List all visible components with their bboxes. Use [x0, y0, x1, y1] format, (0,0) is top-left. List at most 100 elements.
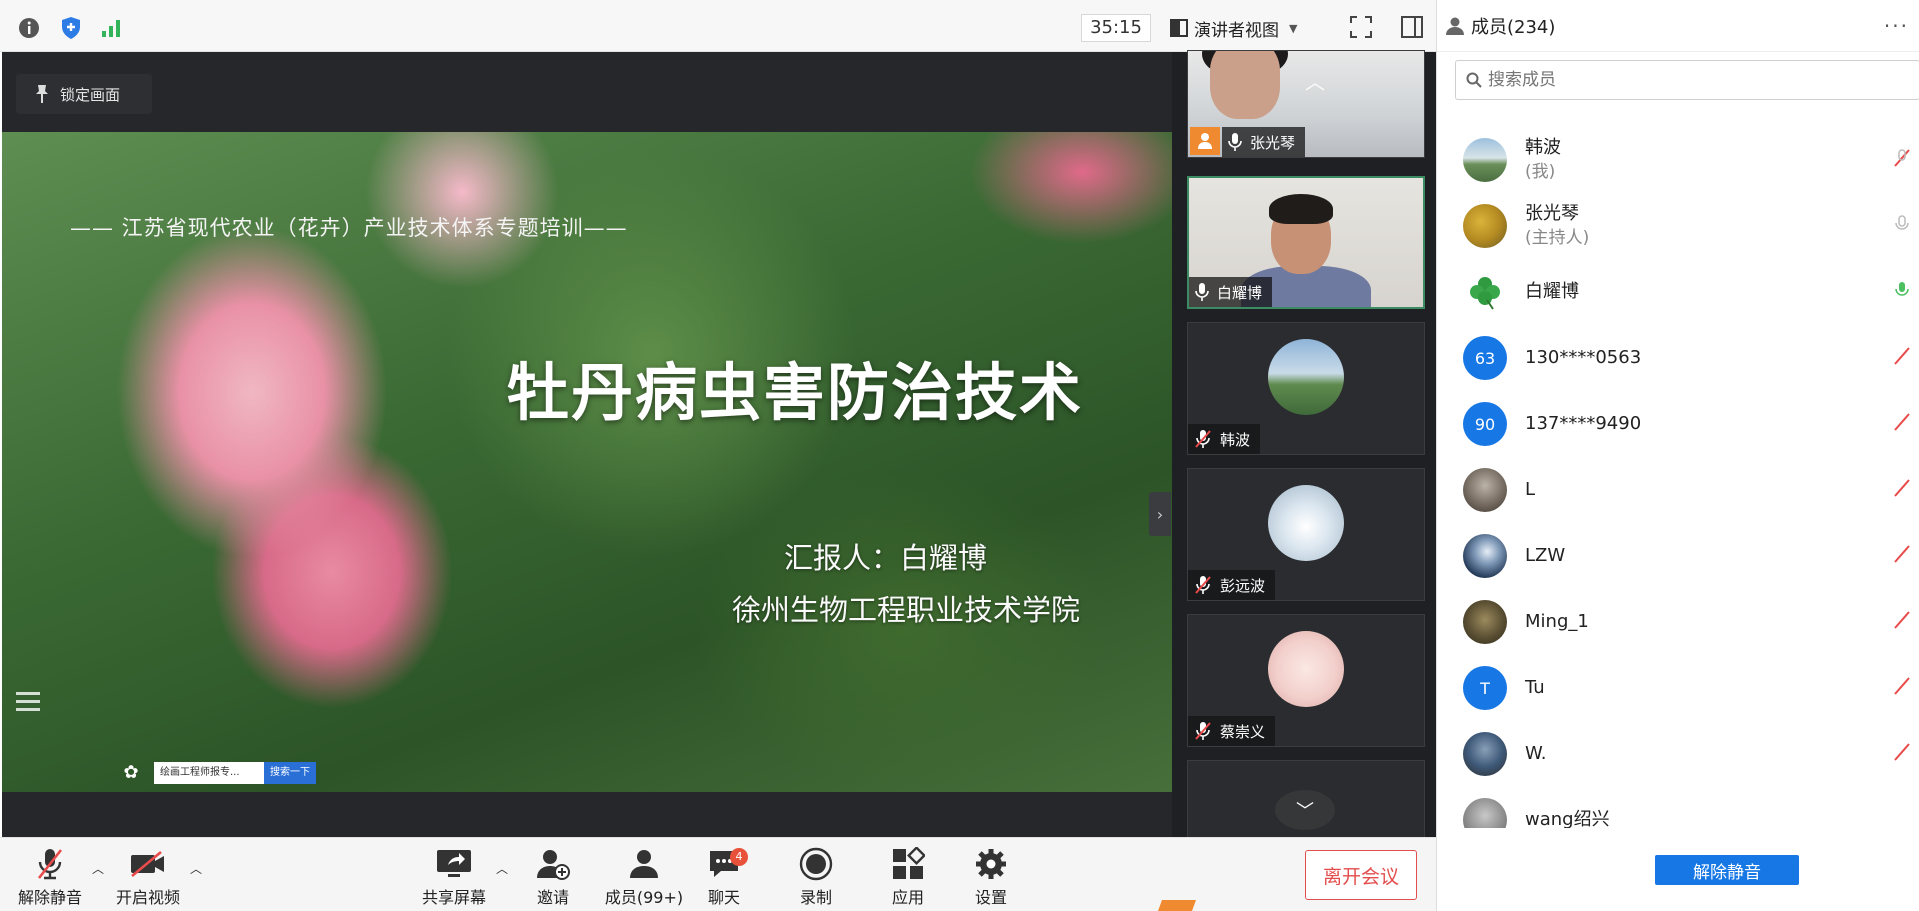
- video-tile[interactable]: 韩波: [1187, 322, 1425, 455]
- chevron-up-icon[interactable]: ︿: [496, 860, 508, 877]
- unmute-all-button[interactable]: 解除静音: [1655, 855, 1799, 885]
- member-name: Ming_1: [1525, 611, 1589, 632]
- unmute-label: 解除静音: [17, 888, 82, 907]
- member-list: 韩波 (我) 张光琴 (主持人) 白耀博 63 130****0563 90 1…: [1437, 128, 1919, 828]
- settings-label: 设置: [974, 888, 1007, 907]
- video-tile-active[interactable]: 白耀博: [1187, 176, 1425, 309]
- list-item[interactable]: W.: [1463, 724, 1913, 784]
- share-screen-icon: [437, 850, 471, 877]
- member-name: 韩波: [1525, 137, 1561, 158]
- avatar: 63: [1463, 336, 1507, 380]
- chevron-up-icon[interactable]: ︿: [190, 860, 202, 877]
- mic-muted-icon[interactable]: [1893, 478, 1911, 498]
- mic-active-icon[interactable]: [1893, 280, 1911, 300]
- slide-school: 徐州生物工程职业技术学院: [732, 593, 1081, 627]
- signal-icon[interactable]: [99, 15, 125, 41]
- avatar: [1463, 534, 1507, 578]
- avatar: [1268, 485, 1344, 561]
- slide-menu-icon[interactable]: [16, 692, 44, 716]
- record-label: 录制: [799, 888, 832, 907]
- list-item[interactable]: 韩波 (我): [1463, 130, 1913, 190]
- mic-muted-icon: [37, 849, 63, 880]
- mic-muted-icon[interactable]: [1893, 148, 1911, 168]
- avatar: [1463, 600, 1507, 644]
- layout-icon: [1170, 19, 1188, 37]
- member-search-input[interactable]: [1488, 70, 1868, 90]
- top-bar: 35:15 演讲者视图 ▼: [0, 0, 1436, 52]
- slide-title: 牡丹病虫害防治技术: [507, 356, 1084, 429]
- list-item[interactable]: Ming_1: [1463, 592, 1913, 652]
- member-role: (我): [1525, 162, 1556, 182]
- chat-button[interactable]: 4 聊天: [684, 844, 764, 908]
- leave-meeting-button[interactable]: 离开会议: [1305, 850, 1417, 900]
- list-item[interactable]: 90 137****9490: [1463, 394, 1913, 454]
- apps-label: 应用: [891, 888, 924, 907]
- mic-muted-icon[interactable]: [1893, 412, 1911, 432]
- lock-screen-label: 锁定画面: [60, 85, 121, 104]
- record-icon: [799, 847, 833, 881]
- host-icon: [1190, 127, 1220, 155]
- avatar: 90: [1463, 402, 1507, 446]
- share-screen-button[interactable]: 共享屏幕: [414, 844, 494, 908]
- mic-muted-icon: [1195, 430, 1211, 448]
- chevron-up-icon[interactable]: ︿: [92, 860, 104, 877]
- members-label: 成员(99+): [604, 888, 684, 907]
- apps-icon: [893, 847, 925, 879]
- mic-icon: [1228, 133, 1242, 151]
- video-tile[interactable]: 彭远波: [1187, 468, 1425, 601]
- shield-icon[interactable]: [58, 15, 84, 41]
- info-icon[interactable]: [16, 15, 42, 41]
- member-name: wang绍兴: [1525, 809, 1610, 828]
- share-screen-label: 共享屏幕: [421, 888, 486, 907]
- view-mode-dropdown[interactable]: 演讲者视图 ▼: [1170, 14, 1336, 42]
- start-video-label: 开启视频: [115, 888, 180, 907]
- side-panel-icon[interactable]: [1401, 16, 1423, 42]
- list-item[interactable]: wang绍兴: [1463, 790, 1913, 828]
- more-options-icon[interactable]: ···: [1884, 14, 1909, 38]
- members-title: 成员(234): [1471, 16, 1556, 38]
- video-tile-name: 白耀博: [1217, 283, 1263, 302]
- mic-muted-icon[interactable]: [1893, 346, 1911, 366]
- list-item[interactable]: 白耀博: [1463, 262, 1913, 322]
- scroll-up-icon[interactable]: ︿: [1295, 66, 1335, 94]
- member-search-field[interactable]: [1455, 60, 1919, 100]
- meeting-app: 35:15 演讲者视图 ▼ 锁定画面 —— 江苏省现代农业（花卉）产业技术体系专…: [0, 0, 1919, 911]
- unmute-button[interactable]: 解除静音: [10, 844, 90, 908]
- apps-button[interactable]: 应用: [868, 844, 948, 908]
- member-name: 130****0563: [1525, 347, 1642, 368]
- record-button[interactable]: 录制: [776, 844, 856, 908]
- avatar: [1463, 732, 1507, 776]
- list-item[interactable]: 张光琴 (主持人): [1463, 196, 1913, 256]
- mic-muted-icon[interactable]: [1893, 544, 1911, 564]
- video-tile-name: 张光琴: [1250, 133, 1296, 152]
- list-item[interactable]: T Tu: [1463, 658, 1913, 718]
- chat-unread-badge: 4: [730, 848, 748, 866]
- shared-screen-stage: 锁定画面 —— 江苏省现代农业（花卉）产业技术体系专题培训—— 牡丹病虫害防治技…: [2, 52, 1172, 837]
- taskbar-search-button: 搜索一下: [264, 762, 316, 784]
- member-name: L: [1525, 479, 1536, 500]
- list-item[interactable]: L: [1463, 460, 1913, 520]
- mic-muted-icon: [1195, 722, 1211, 740]
- avatar: [1463, 204, 1507, 248]
- lock-screen-button[interactable]: 锁定画面: [16, 74, 152, 114]
- members-panel: 成员(234) ··· 韩波 (我) 张光琴 (主持人): [1436, 0, 1919, 911]
- scroll-down-icon[interactable]: ﹀: [1275, 790, 1335, 830]
- mic-muted-icon[interactable]: [1893, 610, 1911, 630]
- mic-icon[interactable]: [1893, 214, 1911, 234]
- list-item[interactable]: 63 130****0563: [1463, 328, 1913, 388]
- bottom-toolbar: 解除静音 ︿ 开启视频 ︿ 共享屏幕 ︿ 邀请 成员(99+) 4 聊天 录制 …: [0, 837, 1436, 911]
- invite-button[interactable]: 邀请: [513, 844, 593, 908]
- mic-muted-icon[interactable]: [1893, 676, 1911, 696]
- fullscreen-icon[interactable]: [1350, 16, 1372, 42]
- video-tile-name: 彭远波: [1220, 576, 1266, 595]
- collapse-strip-button[interactable]: ›: [1149, 492, 1171, 536]
- list-item[interactable]: LZW: [1463, 526, 1913, 586]
- chevron-down-icon: ▼: [1289, 21, 1298, 35]
- mic-muted-icon[interactable]: [1893, 742, 1911, 762]
- settings-button[interactable]: 设置: [951, 844, 1031, 908]
- video-tile[interactable]: 蔡崇义: [1187, 614, 1425, 747]
- start-video-button[interactable]: 开启视频: [108, 844, 188, 908]
- mic-icon: [1195, 283, 1209, 301]
- members-button[interactable]: 成员(99+): [598, 844, 690, 908]
- search-icon: [1466, 72, 1482, 88]
